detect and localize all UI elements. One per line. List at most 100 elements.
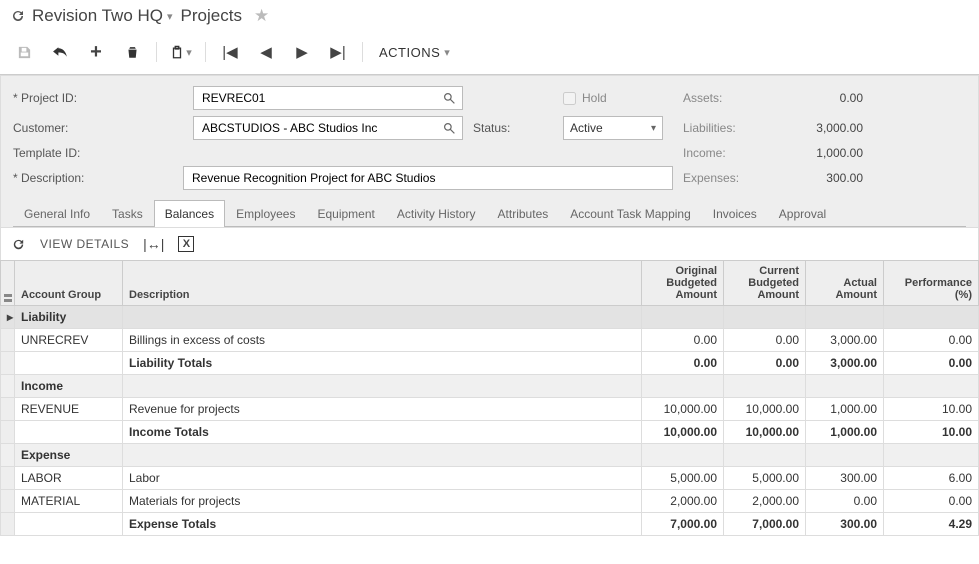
row-pointer[interactable] bbox=[1, 398, 15, 421]
assets-label: Assets: bbox=[683, 91, 743, 105]
cell-account: Expense bbox=[15, 444, 123, 467]
star-icon[interactable]: ★ bbox=[254, 6, 269, 26]
table-row[interactable]: ▸Liability bbox=[1, 306, 979, 329]
tab-general-info[interactable]: General Info bbox=[13, 200, 101, 227]
nav-prev-button[interactable]: ◀ bbox=[248, 38, 284, 66]
tab-equipment[interactable]: Equipment bbox=[306, 200, 385, 227]
cell-account: LABOR bbox=[15, 467, 123, 490]
table-row[interactable]: Expense bbox=[1, 444, 979, 467]
cell-orig: 2,000.00 bbox=[642, 490, 724, 513]
description-field[interactable] bbox=[190, 170, 666, 186]
tab-activity-history[interactable]: Activity History bbox=[386, 200, 487, 227]
cell-account bbox=[15, 421, 123, 444]
delete-button[interactable] bbox=[114, 38, 150, 66]
cell-curr: 10,000.00 bbox=[724, 398, 806, 421]
status-select[interactable]: Active ▾ bbox=[563, 116, 663, 140]
col-current[interactable]: Current Budgeted Amount bbox=[724, 261, 806, 306]
col-account-group[interactable]: Account Group bbox=[15, 261, 123, 306]
tab-tasks[interactable]: Tasks bbox=[101, 200, 154, 227]
col-actual[interactable]: Actual Amount bbox=[806, 261, 884, 306]
liabilities-label: Liabilities: bbox=[683, 121, 743, 135]
description-input[interactable] bbox=[183, 166, 673, 190]
cell-curr: 10,000.00 bbox=[724, 421, 806, 444]
hold-checkbox bbox=[563, 92, 576, 105]
cell-account bbox=[15, 352, 123, 375]
view-details-button[interactable]: VIEW DETAILS bbox=[40, 237, 129, 251]
table-row[interactable]: REVENUERevenue for projects10,000.0010,0… bbox=[1, 398, 979, 421]
table-row[interactable]: Income Totals10,000.0010,000.001,000.001… bbox=[1, 421, 979, 444]
refresh-icon[interactable] bbox=[10, 8, 26, 24]
row-pointer[interactable] bbox=[1, 467, 15, 490]
table-row[interactable]: Income bbox=[1, 375, 979, 398]
status-value: Active bbox=[570, 121, 603, 135]
table-row[interactable]: LABORLabor5,000.005,000.00300.006.00 bbox=[1, 467, 979, 490]
cell-actual: 300.00 bbox=[806, 467, 884, 490]
grid-refresh-icon[interactable] bbox=[11, 237, 26, 252]
project-id-field[interactable] bbox=[200, 90, 456, 106]
tab-approval[interactable]: Approval bbox=[768, 200, 837, 227]
actions-menu-button[interactable]: ACTIONS ▾ bbox=[369, 45, 460, 60]
nav-next-button[interactable]: ▶ bbox=[284, 38, 320, 66]
save-button bbox=[6, 38, 42, 66]
row-pointer[interactable] bbox=[1, 352, 15, 375]
lookup-icon[interactable] bbox=[443, 122, 456, 135]
breadcrumb-company[interactable]: Revision Two HQ ▾ bbox=[32, 6, 173, 26]
tab-account-task-mapping[interactable]: Account Task Mapping bbox=[559, 200, 702, 227]
customer-field[interactable] bbox=[200, 120, 456, 136]
cell-account: UNRECREV bbox=[15, 329, 123, 352]
chevron-down-icon: ▾ bbox=[167, 10, 173, 23]
customer-input[interactable] bbox=[193, 116, 463, 140]
cell-actual: 300.00 bbox=[806, 513, 884, 536]
table-row[interactable]: UNRECREVBillings in excess of costs0.000… bbox=[1, 329, 979, 352]
row-pointer[interactable] bbox=[1, 421, 15, 444]
nav-first-button[interactable]: |◀ bbox=[212, 38, 248, 66]
export-excel-icon[interactable]: X bbox=[178, 236, 194, 252]
row-pointer[interactable] bbox=[1, 490, 15, 513]
row-pointer[interactable] bbox=[1, 444, 15, 467]
income-value: 1,000.00 bbox=[753, 146, 863, 160]
breadcrumb: Revision Two HQ ▾ Projects ★ bbox=[32, 6, 269, 26]
row-selector-header[interactable] bbox=[1, 261, 15, 306]
col-original[interactable]: Original Budgeted Amount bbox=[642, 261, 724, 306]
tab-employees[interactable]: Employees bbox=[225, 200, 306, 227]
tab-balances[interactable]: Balances bbox=[154, 200, 225, 227]
add-button[interactable]: + bbox=[78, 38, 114, 66]
cell-account: MATERIAL bbox=[15, 490, 123, 513]
nav-last-button[interactable]: ▶| bbox=[320, 38, 356, 66]
actions-label: ACTIONS bbox=[379, 45, 440, 60]
hold-checkbox-cell[interactable]: Hold bbox=[563, 91, 673, 105]
clipboard-button[interactable]: ▾ bbox=[163, 38, 199, 66]
income-label: Income: bbox=[683, 146, 743, 160]
cell-perf: 10.00 bbox=[884, 398, 979, 421]
customer-label: Customer: bbox=[13, 121, 183, 135]
row-pointer[interactable] bbox=[1, 329, 15, 352]
grid-toolbar: VIEW DETAILS |↔| X bbox=[0, 228, 979, 260]
cell-desc: Labor bbox=[123, 467, 642, 490]
cell-orig: 5,000.00 bbox=[642, 467, 724, 490]
col-description[interactable]: Description bbox=[123, 261, 642, 306]
row-pointer[interactable] bbox=[1, 513, 15, 536]
lookup-icon[interactable] bbox=[443, 92, 456, 105]
cell-desc: Liability Totals bbox=[123, 352, 642, 375]
cell-orig: 10,000.00 bbox=[642, 421, 724, 444]
form-panel: Project ID: Hold Assets: 0.00 Customer: … bbox=[0, 75, 979, 228]
project-id-label: Project ID: bbox=[13, 91, 183, 105]
undo-button[interactable] bbox=[42, 38, 78, 66]
fit-columns-icon[interactable]: |↔| bbox=[143, 236, 164, 252]
cell-actual: 1,000.00 bbox=[806, 421, 884, 444]
row-pointer[interactable] bbox=[1, 375, 15, 398]
table-row[interactable]: Expense Totals7,000.007,000.00300.004.29 bbox=[1, 513, 979, 536]
tab-invoices[interactable]: Invoices bbox=[702, 200, 768, 227]
project-id-input[interactable] bbox=[193, 86, 463, 110]
col-performance[interactable]: Performance (%) bbox=[884, 261, 979, 306]
row-pointer[interactable]: ▸ bbox=[1, 306, 15, 329]
cell-curr bbox=[724, 306, 806, 329]
table-row[interactable]: MATERIALMaterials for projects2,000.002,… bbox=[1, 490, 979, 513]
chevron-down-icon: ▾ bbox=[651, 123, 656, 134]
cell-perf bbox=[884, 306, 979, 329]
cell-orig bbox=[642, 306, 724, 329]
tab-attributes[interactable]: Attributes bbox=[487, 200, 560, 227]
toolbar-separator bbox=[156, 42, 157, 62]
cell-desc bbox=[123, 306, 642, 329]
table-row[interactable]: Liability Totals0.000.003,000.000.00 bbox=[1, 352, 979, 375]
